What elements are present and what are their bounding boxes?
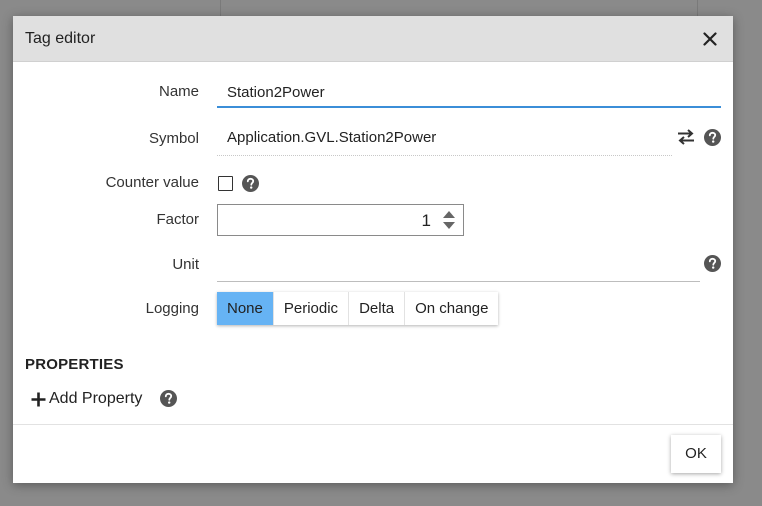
counter-value-label: Counter value — [105, 174, 199, 191]
logging-segmented-control: None Periodic Delta On change — [217, 292, 499, 325]
spin-up-icon[interactable] — [442, 209, 456, 219]
backdrop-divider — [220, 0, 221, 16]
logging-option-delta[interactable]: Delta — [349, 292, 406, 325]
logging-option-on-change[interactable]: On change — [405, 292, 498, 325]
close-button[interactable] — [697, 26, 723, 52]
help-icon[interactable] — [704, 129, 721, 146]
help-icon[interactable] — [242, 175, 259, 192]
symbol-field[interactable]: Application.GVL.Station2Power — [217, 124, 672, 156]
close-icon — [703, 32, 717, 46]
dialog-footer: OK — [13, 424, 733, 483]
symbol-label: Symbol — [148, 130, 199, 147]
ok-button[interactable]: OK — [671, 435, 721, 473]
plus-icon — [31, 392, 46, 406]
name-input[interactable] — [217, 78, 721, 108]
backdrop-divider — [697, 0, 698, 16]
tag-editor-dialog: Tag editor Name Symbol Application.GVL.S… — [13, 16, 733, 483]
help-icon[interactable] — [704, 255, 721, 272]
logging-option-periodic[interactable]: Periodic — [274, 292, 350, 325]
logging-label: Logging — [145, 300, 199, 317]
factor-input[interactable] — [281, 211, 431, 231]
factor-stepper — [217, 204, 464, 236]
name-label: Name — [158, 83, 199, 100]
factor-label: Factor — [156, 211, 199, 228]
swap-arrows-icon[interactable] — [677, 129, 695, 145]
dialog-header: Tag editor — [13, 16, 733, 62]
logging-option-none[interactable]: None — [217, 292, 274, 325]
properties-section-title: PROPERTIES — [25, 356, 124, 373]
add-property-button[interactable]: Add Property — [31, 388, 142, 410]
spin-down-icon[interactable] — [442, 221, 456, 231]
unit-input[interactable] — [217, 250, 700, 282]
counter-value-checkbox[interactable] — [218, 176, 233, 191]
dialog-title: Tag editor — [25, 30, 96, 47]
add-property-label: Add Property — [49, 390, 143, 407]
help-icon[interactable] — [160, 390, 177, 407]
unit-label: Unit — [172, 256, 199, 273]
